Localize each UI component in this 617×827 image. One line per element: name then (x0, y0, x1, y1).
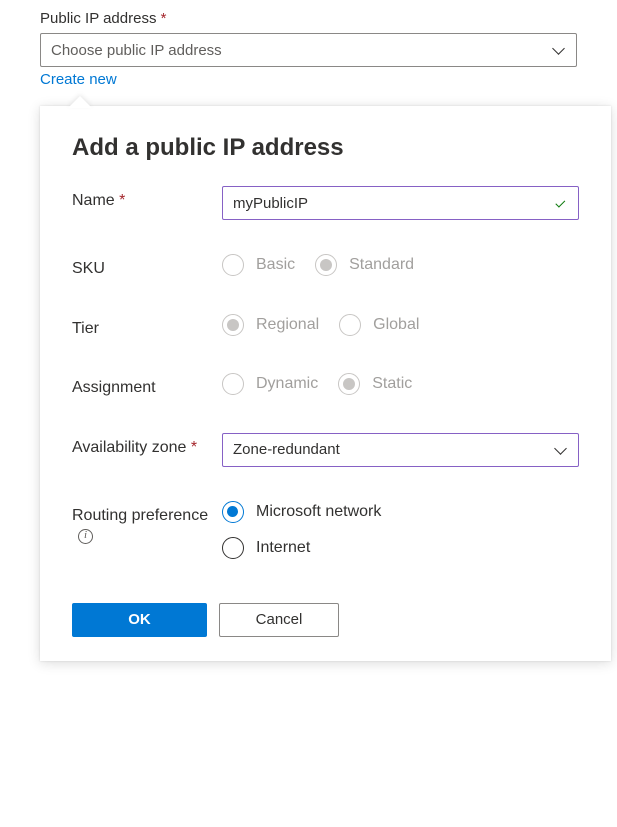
sku-basic-radio: Basic (222, 254, 295, 276)
radio-icon (222, 537, 244, 559)
sku-basic-label: Basic (256, 256, 295, 274)
info-icon[interactable] (78, 529, 93, 544)
assignment-static-label: Static (372, 375, 412, 393)
routing-preference-label: Routing preference (72, 507, 208, 524)
sku-label: SKU (72, 254, 222, 280)
assignment-dynamic-radio: Dynamic (222, 373, 318, 395)
routing-preference-label-wrap: Routing preference (72, 501, 222, 548)
ok-button[interactable]: OK (72, 603, 207, 637)
tier-global-label: Global (373, 316, 419, 334)
assignment-static-radio: Static (338, 373, 412, 395)
cancel-button[interactable]: Cancel (219, 603, 339, 637)
availability-zone-value: Zone-redundant (233, 441, 340, 458)
create-new-link[interactable]: Create new (40, 71, 117, 88)
required-star-icon: * (119, 192, 125, 209)
dialog-title: Add a public IP address (72, 134, 579, 162)
chevron-down-icon (554, 443, 568, 457)
required-star-icon: * (191, 439, 197, 456)
radio-icon (222, 373, 244, 395)
public-ip-address-dropdown[interactable]: Choose public IP address (40, 33, 577, 67)
routing-microsoft-radio[interactable]: Microsoft network (222, 501, 579, 523)
routing-internet-radio[interactable]: Internet (222, 537, 579, 559)
public-ip-address-label: Public IP address * (40, 10, 577, 27)
assignment-label: Assignment (72, 373, 222, 399)
tier-regional-label: Regional (256, 316, 319, 334)
chevron-down-icon (552, 43, 566, 57)
radio-icon (222, 254, 244, 276)
radio-icon (222, 314, 244, 336)
assignment-dynamic-label: Dynamic (256, 375, 318, 393)
check-icon (553, 195, 569, 211)
routing-internet-label: Internet (256, 539, 310, 557)
public-ip-dropdown-value: Choose public IP address (51, 42, 222, 59)
routing-microsoft-label: Microsoft network (256, 503, 381, 521)
availability-zone-dropdown[interactable]: Zone-redundant (222, 433, 579, 467)
required-star-icon: * (161, 10, 167, 27)
tier-global-radio: Global (339, 314, 419, 336)
add-public-ip-callout: Add a public IP address Name * SKU (40, 106, 611, 661)
name-input[interactable] (222, 186, 579, 220)
tier-regional-radio: Regional (222, 314, 319, 336)
sku-standard-radio: Standard (315, 254, 414, 276)
radio-icon (315, 254, 337, 276)
name-label: Name * (72, 186, 222, 212)
sku-standard-label: Standard (349, 256, 414, 274)
radio-icon (222, 501, 244, 523)
callout-arrow (68, 96, 92, 108)
public-ip-address-label-text: Public IP address (40, 10, 156, 27)
availability-zone-label: Availability zone * (72, 433, 222, 459)
tier-label: Tier (72, 314, 222, 340)
radio-icon (338, 373, 360, 395)
radio-icon (339, 314, 361, 336)
